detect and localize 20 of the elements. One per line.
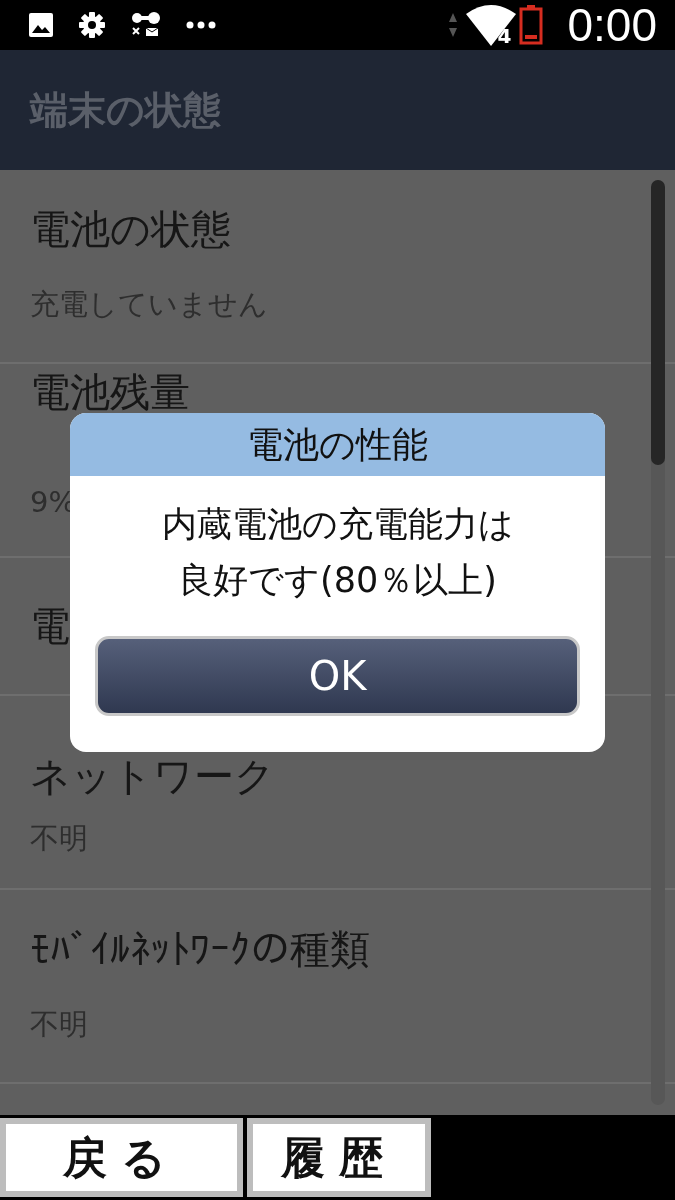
image-icon <box>28 12 54 38</box>
scrollbar[interactable] <box>651 180 665 1105</box>
wifi-icon <box>465 4 516 46</box>
nav-button[interactable]: 戻る <box>0 1118 243 1197</box>
data-arrows-icon <box>447 12 458 38</box>
screen-title: 端末の状態 <box>30 86 221 134</box>
item-title: 電池の状態 <box>30 205 231 254</box>
item-title: 電池残量 <box>30 372 190 412</box>
key-icon <box>130 11 162 39</box>
clock-time: 0:00 <box>567 2 657 48</box>
more-icon <box>186 21 216 29</box>
signal-level-label: 4 <box>497 26 512 46</box>
item-title: ネットワーク <box>30 756 275 796</box>
item-title: ﾓﾊﾞｲﾙﾈｯﾄﾜｰｸの種類 <box>30 925 370 974</box>
dialog-title: 電池の性能 <box>247 422 428 467</box>
dialog-message: 内蔵電池の充電能力は <box>161 503 514 546</box>
ok-button[interactable]: OK <box>95 636 580 716</box>
item-title: 電 <box>30 602 70 650</box>
dialog-message: 良好です(80％以上) <box>178 559 497 602</box>
nav-button[interactable]: 履歴 <box>247 1118 431 1197</box>
